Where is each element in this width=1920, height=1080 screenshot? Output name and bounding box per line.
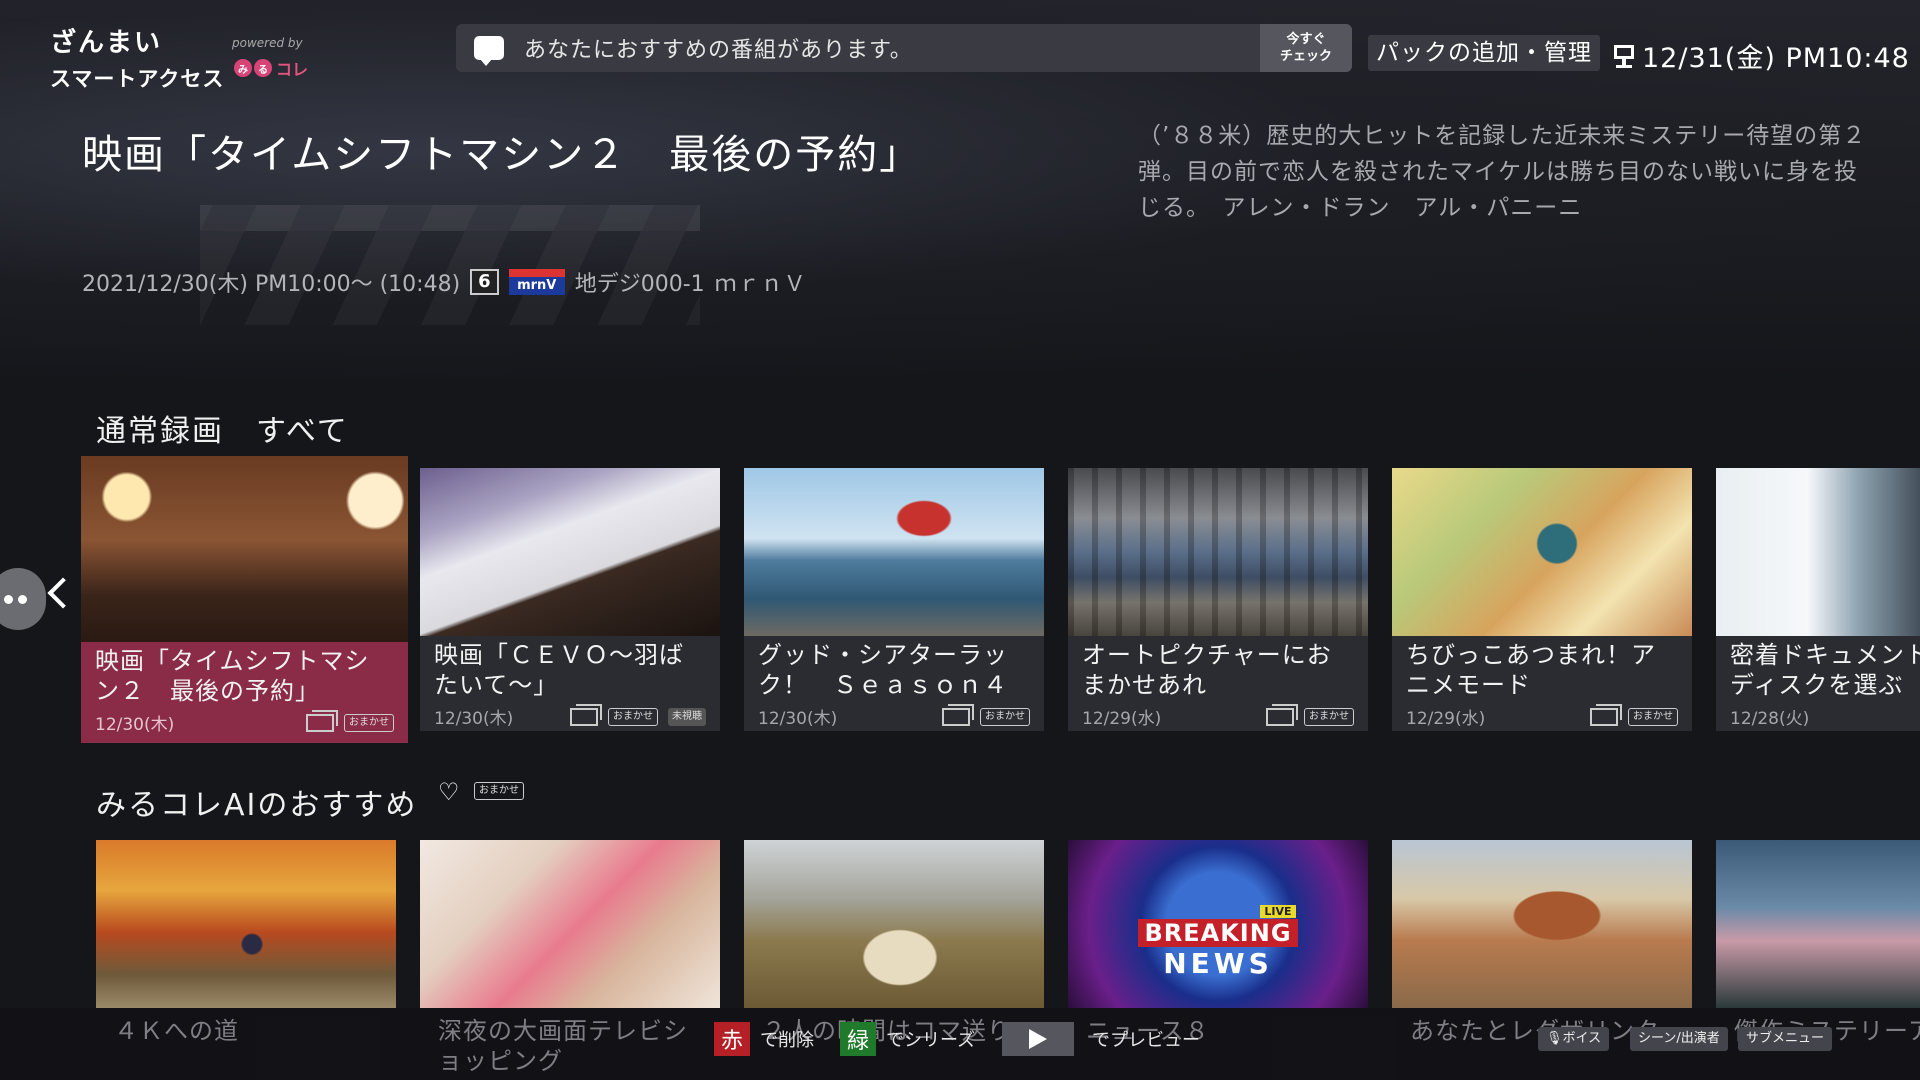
program-description: （’８８米）歴史的大ヒットを記録した近未来ミステリー待望の第２弾。目の前で恋人を… bbox=[1138, 123, 1867, 221]
recommend-thumbnail-5[interactable] bbox=[1392, 840, 1692, 1008]
recommend-thumbnail-6[interactable] bbox=[1716, 840, 1920, 1008]
program-title: 映画「タイムシフトマシン２ 最後の予約」 bbox=[82, 132, 922, 178]
recording-card-1[interactable]: 映画「タイムシフトマシン２ 最後の予約」 12/30(木) おまかせ bbox=[81, 456, 408, 743]
recommend-thumbnail-2[interactable] bbox=[420, 840, 720, 1008]
omakase-tag: おまかせ bbox=[1304, 707, 1354, 726]
green-key[interactable]: 緑 bbox=[840, 1022, 876, 1056]
chevron-left-icon[interactable] bbox=[47, 577, 79, 609]
logo-dot-ru: る bbox=[254, 59, 272, 77]
recording-card-2[interactable]: 映画「ＣＥＶＯ～羽ばたいて～」 12/30(木) おまかせ 未視聴 bbox=[420, 468, 720, 731]
red-key[interactable]: 赤 bbox=[714, 1022, 750, 1056]
recording-date: 12/30(木) bbox=[95, 715, 175, 735]
recording-title: 映画「ＣＥＶＯ～羽ばたいて～」 bbox=[434, 641, 684, 699]
logo-dot-mi: み bbox=[234, 59, 252, 77]
recommend-omakase-tag: おまかせ bbox=[474, 782, 524, 800]
submenu-button[interactable]: サブメニュー bbox=[1738, 1027, 1833, 1051]
program-meta: 2021/12/30(木) PM10:00～ (10:48) 6 mrnV 地デ… bbox=[82, 266, 807, 298]
breaking-news-graphic: LIVE BREAKING NEWS bbox=[1068, 900, 1368, 980]
monitor-icon bbox=[1612, 43, 1636, 69]
channel-band: 地デジ000-1 bbox=[574, 272, 705, 297]
delete-hint-text: で削除 bbox=[760, 1030, 814, 1051]
brand-line1: ざんまい bbox=[50, 28, 163, 58]
recordings-section-title: 通常録画 すべて bbox=[96, 414, 349, 449]
recording-title: ちびっこあつまれ！アニメモード bbox=[1406, 641, 1656, 699]
preview-hint: でプレビュー bbox=[1002, 1022, 1200, 1056]
channel-name: ｍｒｎＶ bbox=[714, 272, 807, 297]
omakase-tag: おまかせ bbox=[344, 713, 394, 732]
side-menu-handle[interactable] bbox=[0, 568, 46, 630]
recording-date: 12/29(水) bbox=[1082, 709, 1162, 729]
recording-date: 12/29(水) bbox=[1406, 709, 1486, 729]
recording-title: グッド・シアターラック！ Ｓｅａｓｏｎ４ bbox=[758, 641, 1008, 699]
powered-by-label: powered by bbox=[232, 36, 303, 50]
series-icon bbox=[306, 709, 338, 732]
recording-card-5[interactable]: ちびっこあつまれ！アニメモード 12/29(水) おまかせ bbox=[1392, 468, 1692, 731]
recording-card-6[interactable]: 密着ドキュメント ドディスクを選ぶ 12/28(火) bbox=[1716, 468, 1920, 731]
recommend-thumbnail-breaking-news[interactable]: LIVE BREAKING NEWS bbox=[1068, 840, 1368, 1008]
recording-thumbnail bbox=[81, 456, 408, 642]
live-badge: LIVE bbox=[1260, 905, 1296, 918]
preview-hint-text: でプレビュー bbox=[1092, 1030, 1200, 1051]
recording-date: 12/28(火) bbox=[1730, 709, 1810, 729]
recording-title: 映画「タイムシフトマシン２ 最後の予約」 bbox=[95, 647, 370, 705]
omakase-tag: おまかせ bbox=[1628, 707, 1678, 726]
series-icon bbox=[1590, 703, 1622, 726]
logo-text: コレ bbox=[276, 60, 309, 79]
recording-thumbnail bbox=[1716, 468, 1920, 636]
recommend-section-title: みるコレAIのおすすめ bbox=[96, 788, 418, 823]
chat-bubble-icon bbox=[474, 36, 504, 66]
omakase-tag: おまかせ bbox=[980, 707, 1030, 726]
brand-logo: ざんまい スマートアクセス bbox=[50, 22, 224, 93]
series-icon bbox=[1266, 703, 1298, 726]
recommend-thumbnail-1[interactable] bbox=[96, 840, 396, 1008]
series-icon bbox=[570, 703, 602, 726]
series-icon bbox=[942, 703, 974, 726]
brand-line2: スマートアクセス bbox=[50, 67, 225, 91]
recommend-title-1: ４Ｋへの道 bbox=[114, 1017, 239, 1045]
recording-thumbnail bbox=[744, 468, 1044, 636]
recording-card-4[interactable]: オートピクチャーにおまかせあれ 12/29(水) おまかせ bbox=[1068, 468, 1368, 731]
program-airtime: 2021/12/30(木) PM10:00～ (10:48) bbox=[82, 272, 461, 297]
unwatched-tag: 未視聴 bbox=[668, 707, 706, 726]
channel-logo: mrnV bbox=[508, 269, 565, 295]
channel-number: 6 bbox=[470, 269, 499, 295]
heart-icon: ♡ bbox=[438, 778, 460, 806]
news-text: NEWS bbox=[1163, 947, 1273, 980]
recording-title: 密着ドキュメント ドディスクを選ぶ bbox=[1730, 641, 1920, 699]
recommendation-notification[interactable]: あなたにおすすめの番組があります。 今すぐ チェック bbox=[456, 24, 1352, 72]
recommend-title-2: 深夜の大画面テレビショッピング bbox=[438, 1017, 688, 1075]
recommend-thumbnail-3[interactable] bbox=[744, 840, 1044, 1008]
clock: 12/31(金) PM10:48 bbox=[1612, 36, 1910, 75]
play-key[interactable] bbox=[1002, 1022, 1074, 1056]
omakase-tag: おまかせ bbox=[608, 707, 658, 726]
delete-hint: 赤 で削除 bbox=[714, 1022, 814, 1056]
scene-cast-button[interactable]: シーン/出演者 bbox=[1630, 1027, 1728, 1051]
series-hint-text: でシリーズ bbox=[886, 1030, 976, 1051]
recording-card-3[interactable]: グッド・シアターラック！ Ｓｅａｓｏｎ４ 12/30(木) おまかせ bbox=[744, 468, 1044, 731]
series-hint: 緑 でシリーズ bbox=[840, 1022, 975, 1056]
recording-thumbnail bbox=[1068, 468, 1368, 636]
notification-text: あなたにおすすめの番組があります。 bbox=[524, 38, 913, 63]
recording-thumbnail bbox=[1392, 468, 1692, 636]
recording-thumbnail bbox=[420, 468, 720, 636]
check-now-button[interactable]: 今すぐ チェック bbox=[1260, 24, 1352, 72]
play-icon bbox=[1029, 1029, 1047, 1049]
recording-title: オートピクチャーにおまかせあれ bbox=[1082, 641, 1332, 699]
hero-clapperboard-image bbox=[200, 205, 700, 325]
recording-date: 12/30(木) bbox=[434, 709, 514, 729]
mirukore-logo: み る コレ bbox=[234, 56, 308, 80]
clock-text: 12/31(金) PM10:48 bbox=[1642, 43, 1910, 74]
recording-date: 12/30(木) bbox=[758, 709, 838, 729]
breaking-text: BREAKING bbox=[1138, 919, 1298, 947]
pack-manage-button[interactable]: パックの追加・管理 bbox=[1368, 35, 1600, 71]
voice-button[interactable]: 🎙ボイス bbox=[1538, 1027, 1610, 1051]
